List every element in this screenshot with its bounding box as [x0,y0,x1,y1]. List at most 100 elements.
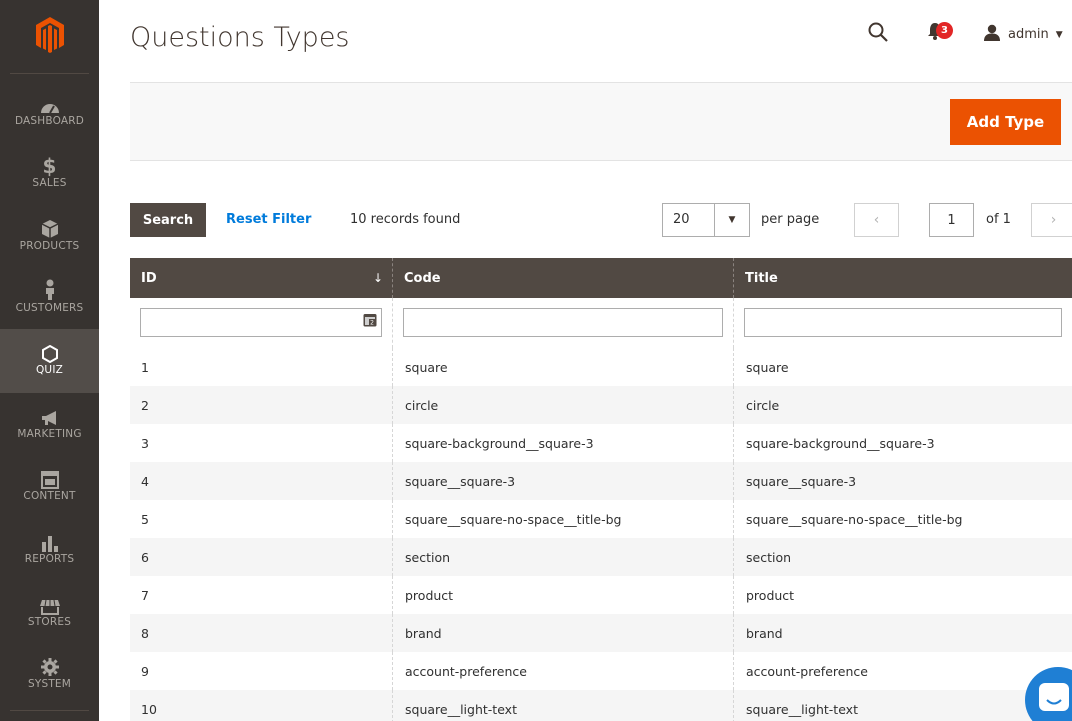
cell-code: square-background__square-3 [393,424,734,462]
svg-text:2: 2 [370,320,374,327]
table-row[interactable]: 5 square__square-no-space__title-bg square… [130,500,1072,538]
calendar-icon[interactable]: 2 [363,312,377,331]
sidebar-item-label: SYSTEM [27,678,72,690]
sidebar-item-stores[interactable]: STORES [0,587,99,650]
cell-id: 8 [130,614,393,652]
cell-code: circle [393,386,734,424]
per-page-value: 20 [673,212,690,227]
sidebar-item-system[interactable]: SYSTEM [0,649,99,712]
cell-id: 6 [130,538,393,576]
page-number-input[interactable]: 1 [929,203,974,237]
data-grid: ID ↓ Code Title 2 1 square square 2 circle ci… [130,258,1072,721]
grid-header: ID ↓ Code Title [130,258,1072,298]
sidebar-item-sales[interactable]: $ SALES [0,148,99,211]
chevron-down-icon[interactable]: ▼ [714,204,749,236]
sidebar-item-marketing[interactable]: MARKETING [0,399,99,462]
sidebar-item-label: CONTENT [23,490,76,502]
megaphone-icon [0,399,99,427]
sidebar-item-products[interactable]: PRODUCTS [0,211,99,274]
page-actions-bar [130,83,1072,161]
cell-id: 3 [130,424,393,462]
bar-chart-icon [0,524,99,552]
cell-code: square__square-no-space__title-bg [393,500,734,538]
dollar-icon: $ [42,154,57,178]
cell-code: square__square-3 [393,462,734,500]
sidebar-divider [10,710,89,711]
hexagon-icon [0,329,99,363]
sidebar-item-quiz[interactable]: QUIZ [0,329,99,393]
filter-cell-title [734,298,1072,348]
code-filter-input[interactable] [403,308,723,337]
person-icon [0,273,99,301]
layout-icon [0,461,99,489]
cell-code: product [393,576,734,614]
table-row[interactable]: 7 product product [130,576,1072,614]
sidebar-item-content[interactable]: CONTENT [0,461,99,524]
user-menu[interactable]: admin ▼ [983,24,1063,45]
sidebar-item-label: MARKETING [17,428,82,440]
add-type-button[interactable]: Add Type [950,99,1061,145]
cell-id: 5 [130,500,393,538]
sidebar-item-reports[interactable]: REPORTS [0,524,99,587]
table-row[interactable]: 10 square__light-text square__light-text [130,690,1072,721]
chevron-down-icon: ▼ [1055,29,1063,40]
cell-id: 7 [130,576,393,614]
sidebar-item-label: STORES [27,616,72,628]
page-total: of 1 [986,212,1011,227]
cell-title: square-background__square-3 [746,435,935,451]
magento-logo-icon[interactable] [0,0,99,70]
column-header-title[interactable]: Title [734,258,1072,298]
column-header-code[interactable]: Code [393,258,734,298]
page-title: Questions Types [130,22,350,53]
table-row[interactable]: 6 section section [130,538,1072,576]
table-row[interactable]: 1 square square [130,348,1072,386]
sidebar-item-label: SALES [32,177,67,189]
records-count: 10 records found [350,212,461,227]
sidebar-item-label: REPORTS [24,553,75,565]
cell-title: account-preference [746,663,868,679]
column-header-id[interactable]: ID ↓ [130,258,393,298]
sort-arrow-icon: ↓ [372,271,383,285]
cell-code: section [393,538,734,576]
cell-code: account-preference [393,652,734,690]
cell-title: section [746,549,792,565]
cell-title: brand [746,625,783,641]
table-row[interactable]: 3 square-background__square-3 square-backg… [130,424,1072,462]
table-row[interactable]: 8 brand brand [130,614,1072,652]
reset-filter-link[interactable]: Reset Filter [226,212,311,227]
id-filter-input[interactable] [140,308,382,337]
speedometer-icon [0,86,99,114]
cell-id: 1 [130,348,393,386]
cell-id: 10 [130,690,393,721]
cube-icon [0,211,99,239]
table-row[interactable]: 9 account-preference account-preference [130,652,1072,690]
filter-cell-id: 2 [130,298,393,348]
table-row[interactable]: 4 square__square-3 square__square-3 [130,462,1072,500]
next-page-button[interactable]: › [1031,203,1072,237]
chat-icon [1039,683,1069,711]
notification-badge[interactable]: 3 [936,22,953,39]
cell-title: square__light-text [746,701,858,717]
sidebar-item-label: CUSTOMERS [15,302,84,314]
sidebar-item-label: PRODUCTS [19,240,80,252]
per-page-label: per page [761,212,820,227]
sidebar-item-dashboard[interactable]: DASHBOARD [0,86,99,149]
filter-cell-code [393,298,734,348]
cell-title: square [746,359,789,375]
table-row[interactable]: 2 circle circle [130,386,1072,424]
search-button[interactable]: Search [130,203,206,237]
user-icon [983,24,1001,45]
title-filter-input[interactable] [744,308,1062,337]
cell-code: square [393,348,734,386]
sidebar-item-label: QUIZ [35,364,64,376]
cell-code: brand [393,614,734,652]
cell-title: square__square-3 [746,473,857,489]
search-icon[interactable] [868,22,888,46]
cell-title: circle [746,397,780,413]
admin-sidebar: DASHBOARD $ SALES PRODUCTS CUSTOMERS QUI… [0,0,99,721]
sidebar-item-label: DASHBOARD [14,115,85,127]
previous-page-button[interactable]: ‹ [854,203,899,237]
per-page-select[interactable]: 20 ▼ [662,203,750,237]
sidebar-item-customers[interactable]: CUSTOMERS [0,273,99,336]
grid-body: 1 square square 2 circle circle 3 square-backgr… [130,348,1072,721]
